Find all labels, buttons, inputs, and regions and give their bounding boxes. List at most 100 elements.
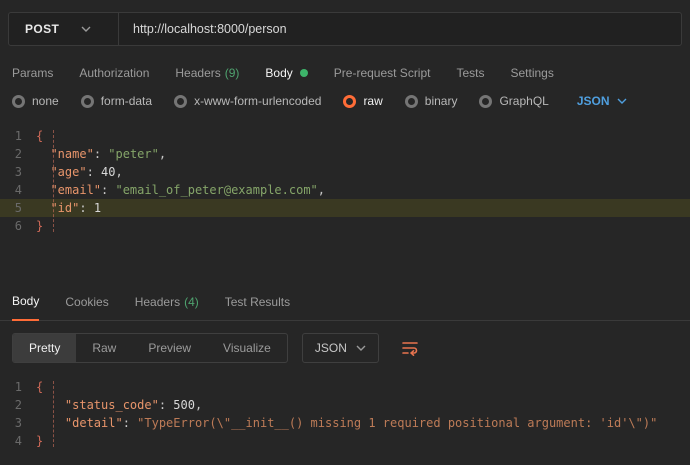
response-tab-body-label: Body (12, 294, 39, 308)
code-line: 6} (0, 217, 690, 235)
line-number: 3 (0, 163, 36, 181)
tab-prerequest-script[interactable]: Pre-request Script (334, 66, 431, 80)
line-content: "email": "email_of_peter@example.com", (36, 181, 690, 199)
response-tab-body[interactable]: Body (12, 294, 39, 321)
line-number: 4 (0, 181, 36, 199)
code-line: 1{ (0, 378, 690, 396)
radio-raw[interactable]: raw (343, 94, 382, 108)
response-view-switcher: Pretty Raw Preview Visualize (12, 333, 288, 363)
response-toolbar: Pretty Raw Preview Visualize JSON (0, 321, 690, 373)
code-line: 3 "age": 40, (0, 163, 690, 181)
response-tabs: Body Cookies Headers (4) Test Results (0, 280, 690, 321)
chevron-down-icon (81, 26, 91, 32)
tab-headers[interactable]: Headers (9) (175, 66, 239, 80)
line-number: 1 (0, 378, 36, 396)
radio-icon (12, 95, 25, 108)
radio-graphql[interactable]: GraphQL (479, 94, 548, 108)
radio-icon (81, 95, 94, 108)
radio-none[interactable]: none (12, 94, 59, 108)
response-tab-headers[interactable]: Headers (4) (135, 295, 199, 320)
line-number: 2 (0, 145, 36, 163)
line-number: 1 (0, 127, 36, 145)
headers-count-badge: (9) (225, 66, 240, 80)
bracket-guide (53, 381, 54, 447)
radio-binary-label: binary (425, 94, 458, 108)
radio-graphql-label: GraphQL (499, 94, 548, 108)
radio-icon (405, 95, 418, 108)
tab-authorization[interactable]: Authorization (79, 66, 149, 80)
request-body-editor[interactable]: 1{2 "name": "peter",3 "age": 40,4 "email… (0, 122, 690, 280)
radio-icon (174, 95, 187, 108)
code-line: 2 "status_code": 500, (0, 396, 690, 414)
method-dropdown[interactable]: POST (9, 13, 119, 45)
line-number: 3 (0, 414, 36, 432)
code-line: 3 "detail": "TypeError(\"__init__() miss… (0, 414, 690, 432)
line-number: 2 (0, 396, 36, 414)
bracket-guide (53, 130, 54, 232)
line-number: 6 (0, 217, 36, 235)
line-content: "detail": "TypeError(\"__init__() missin… (36, 414, 690, 432)
body-content-dot (300, 69, 308, 77)
radio-binary[interactable]: binary (405, 94, 458, 108)
response-tab-cookies-label: Cookies (65, 295, 108, 309)
method-label: POST (25, 22, 59, 36)
line-content: "name": "peter", (36, 145, 690, 163)
response-language-label: JSON (315, 341, 347, 355)
view-pretty-button[interactable]: Pretty (13, 334, 76, 362)
url-text: http://localhost:8000/person (133, 22, 287, 36)
request-url-bar: POST http://localhost:8000/person (0, 0, 690, 56)
tab-body-label: Body (265, 66, 292, 80)
line-content: } (36, 217, 690, 235)
radio-raw-label: raw (363, 94, 382, 108)
raw-language-dropdown[interactable]: JSON (577, 94, 627, 108)
view-pretty-label: Pretty (29, 341, 60, 355)
view-raw-label: Raw (92, 341, 116, 355)
line-content: { (36, 378, 690, 396)
tab-tests-label: Tests (456, 66, 484, 80)
line-content: { (36, 127, 690, 145)
tab-body[interactable]: Body (265, 66, 307, 80)
radio-selected-icon (343, 95, 356, 108)
postman-request-panel: POST http://localhost:8000/person Params… (0, 0, 690, 455)
chevron-down-icon (356, 345, 366, 351)
tab-tests[interactable]: Tests (456, 66, 484, 80)
response-language-dropdown[interactable]: JSON (302, 333, 379, 363)
line-number: 4 (0, 432, 36, 450)
url-input[interactable]: http://localhost:8000/person (119, 13, 681, 45)
code-line: 2 "name": "peter", (0, 145, 690, 163)
word-wrap-button[interactable] (397, 336, 423, 360)
tab-params-label: Params (12, 66, 53, 80)
request-tabs: Params Authorization Headers (9) Body Pr… (0, 56, 690, 92)
body-type-selector: none form-data x-www-form-urlencoded raw… (0, 92, 690, 122)
tab-authorization-label: Authorization (79, 66, 149, 80)
line-content: "status_code": 500, (36, 396, 690, 414)
code-line: 1{ (0, 127, 690, 145)
radio-urlencoded-label: x-www-form-urlencoded (194, 94, 321, 108)
radio-urlencoded[interactable]: x-www-form-urlencoded (174, 94, 321, 108)
tab-params[interactable]: Params (12, 66, 53, 80)
view-visualize-label: Visualize (223, 341, 271, 355)
line-content: "age": 40, (36, 163, 690, 181)
radio-form-data[interactable]: form-data (81, 94, 152, 108)
response-tab-cookies[interactable]: Cookies (65, 295, 108, 320)
word-wrap-icon (401, 340, 419, 356)
line-content: "id": 1 (36, 199, 690, 217)
tab-settings[interactable]: Settings (511, 66, 554, 80)
chevron-down-icon (617, 98, 627, 104)
response-headers-count-badge: (4) (184, 295, 199, 309)
response-tab-test-results[interactable]: Test Results (225, 295, 290, 320)
response-body-editor[interactable]: 1{2 "status_code": 500,3 "detail": "Type… (0, 373, 690, 455)
line-number: 5 (0, 199, 36, 217)
tab-headers-label: Headers (175, 66, 220, 80)
view-preview-button[interactable]: Preview (132, 334, 207, 362)
tab-prerequest-label: Pre-request Script (334, 66, 431, 80)
code-line: 4 "email": "email_of_peter@example.com", (0, 181, 690, 199)
view-raw-button[interactable]: Raw (76, 334, 132, 362)
radio-none-label: none (32, 94, 59, 108)
radio-icon (479, 95, 492, 108)
radio-form-data-label: form-data (101, 94, 152, 108)
view-visualize-button[interactable]: Visualize (207, 334, 287, 362)
url-control: POST http://localhost:8000/person (8, 12, 682, 46)
tab-settings-label: Settings (511, 66, 554, 80)
raw-language-label: JSON (577, 94, 610, 108)
